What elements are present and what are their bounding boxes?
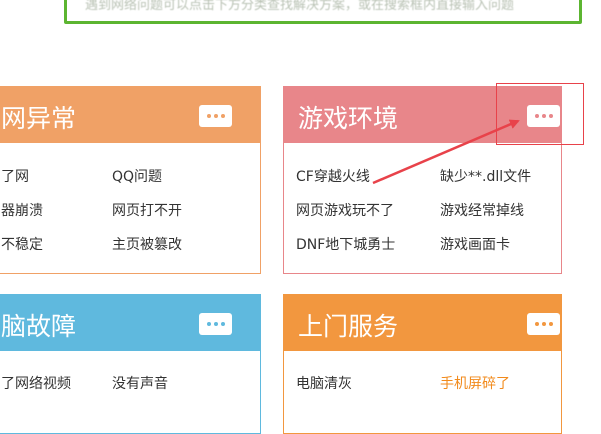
annotation-arrow [372, 119, 520, 185]
